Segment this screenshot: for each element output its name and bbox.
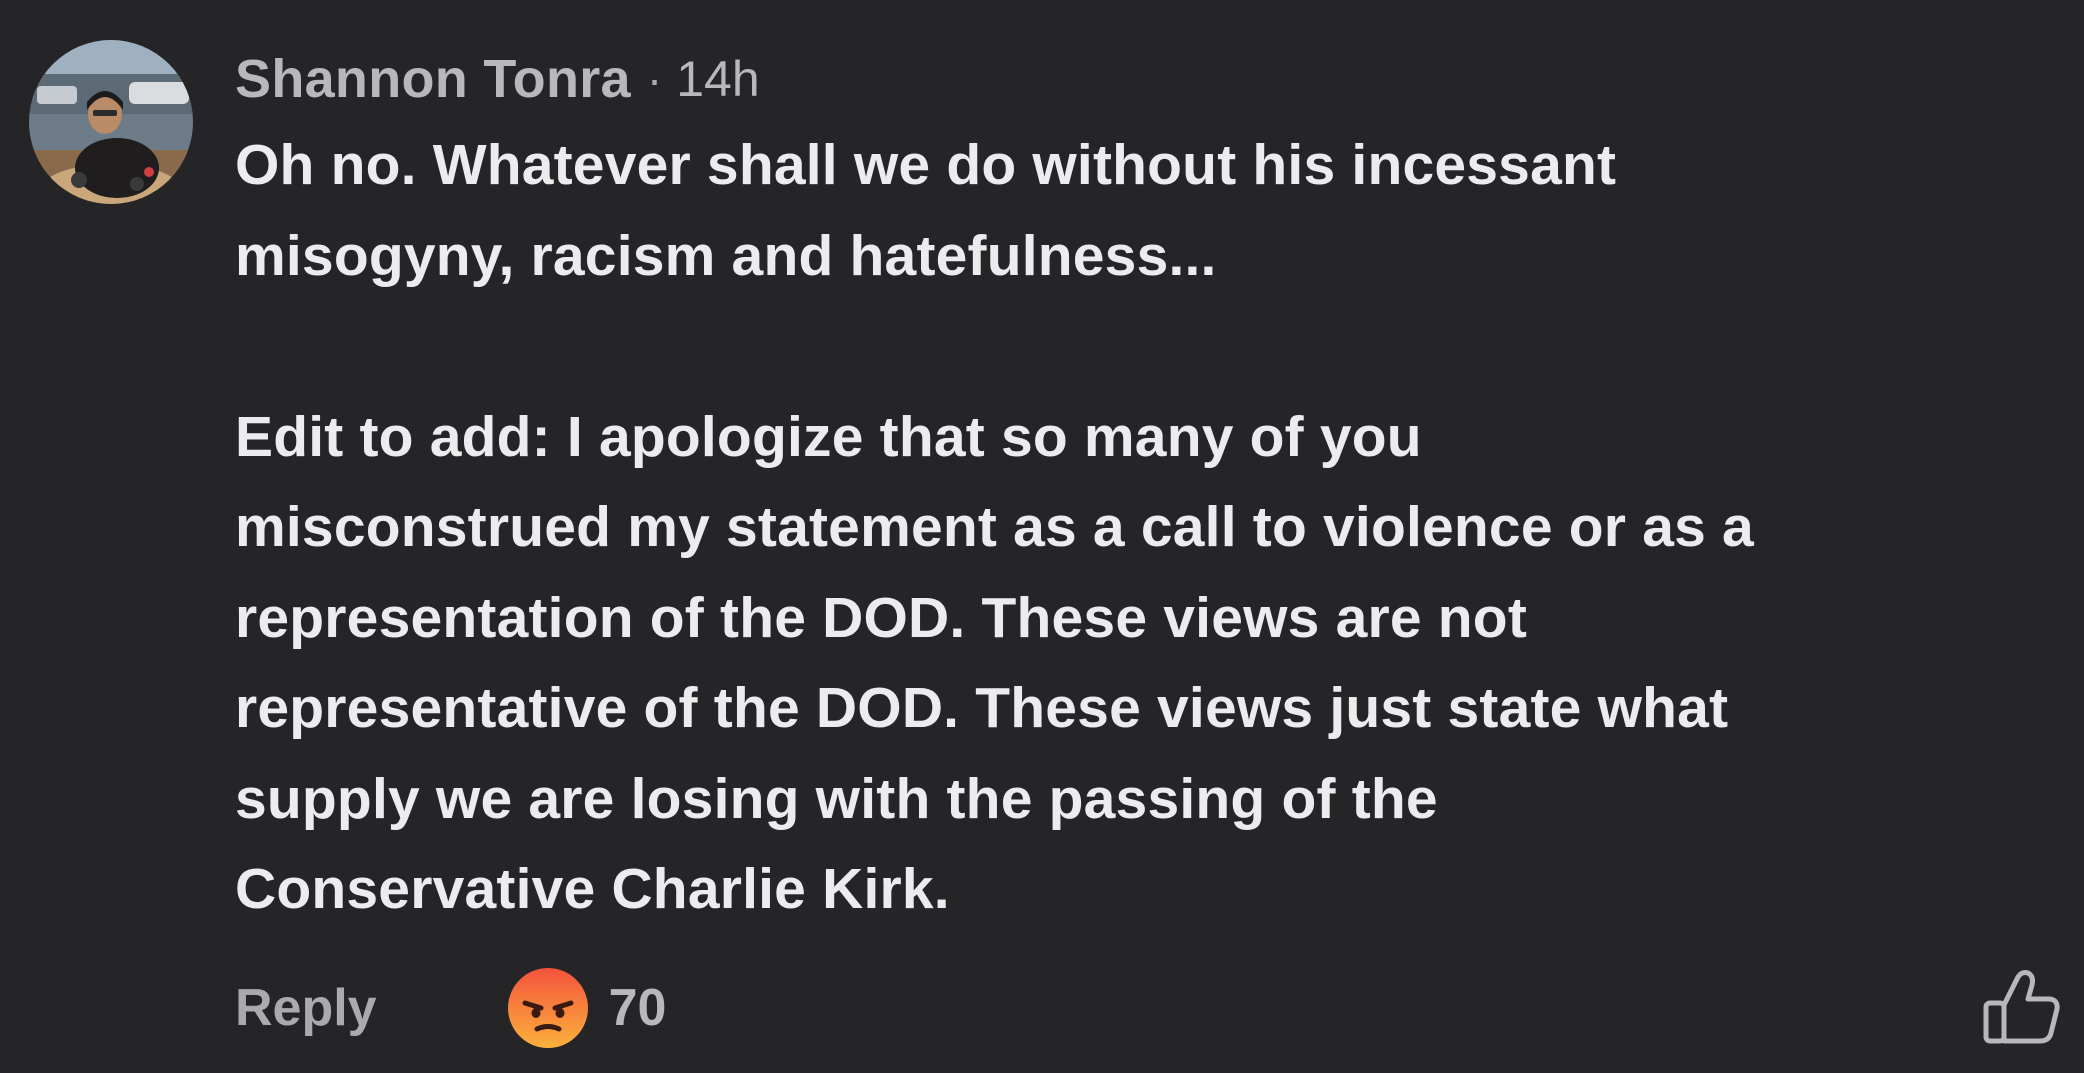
comment-actions: Reply 70 [235,968,666,1048]
avatar[interactable] [29,40,193,204]
comment-line: representative of the DOD. These views j… [235,676,1729,740]
comment-header: Shannon Tonra · 14h [235,44,760,114]
angry-emoji-icon [507,967,589,1049]
header-separator: · [646,53,663,105]
comment-body: Oh no. Whatever shall we do without his … [235,120,2065,935]
author-name[interactable]: Shannon Tonra [235,48,631,110]
timestamp[interactable]: 14h [676,50,759,108]
comment-line: Oh no. Whatever shall we do without his … [235,133,1617,197]
comment: Shannon Tonra · 14h Oh no. Whatever shal… [0,0,2084,1073]
reactions-summary[interactable]: 70 [507,967,667,1049]
reply-button[interactable]: Reply [235,978,377,1038]
comment-line: misconstrued my statement as a call to v… [235,495,1754,559]
comment-line: supply we are losing with the passing of… [235,766,1438,831]
reaction-count: 70 [608,979,667,1037]
comment-line: misogyny, racism and hatefulness... [235,223,1217,288]
avatar-photo [29,40,193,204]
comment-paragraph: Edit to add: I apologize that so many of… [235,392,2065,935]
thumbs-up-icon [1980,965,2064,1049]
comment-line: representation of the DOD. These views a… [235,585,1528,650]
like-button[interactable] [1980,965,2064,1049]
comment-line: Edit to add: I apologize that so many of… [235,404,1422,469]
comment-line: Conservative Charlie Kirk. [235,857,950,921]
comment-paragraph: Oh no. Whatever shall we do without his … [235,120,2065,301]
